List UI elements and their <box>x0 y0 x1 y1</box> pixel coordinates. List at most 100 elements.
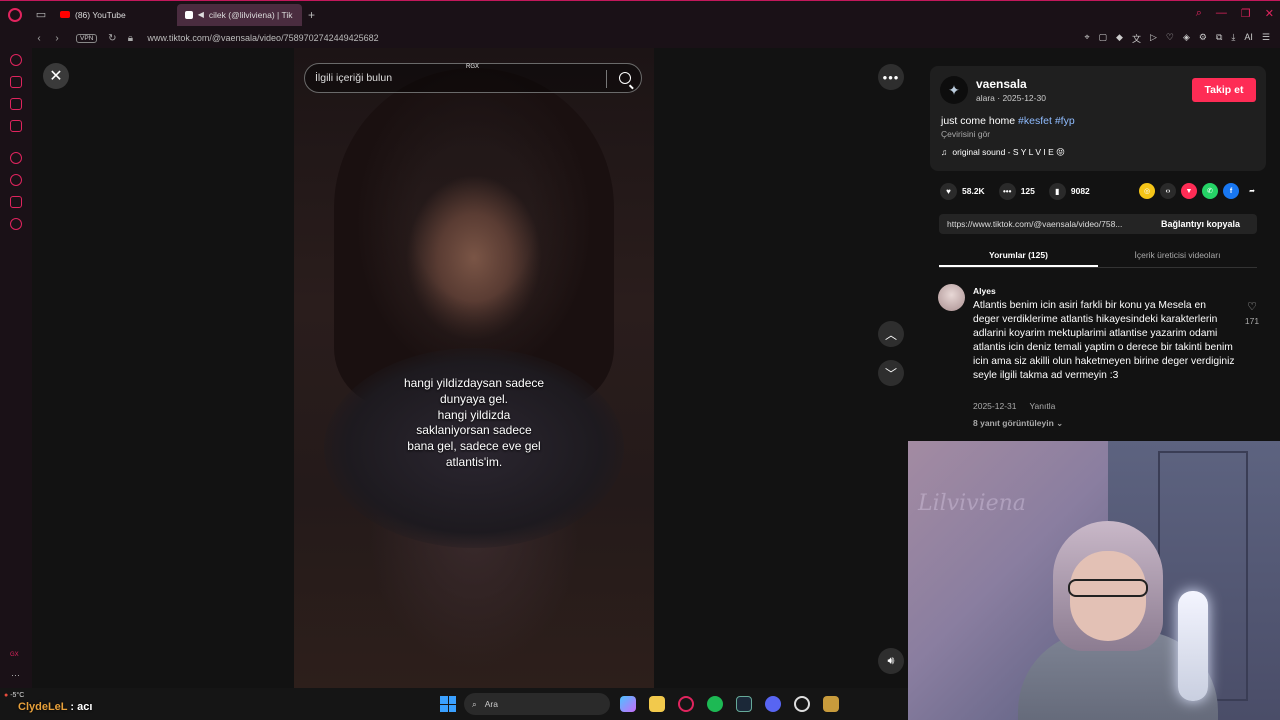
lock-icon: 🔒︎ <box>127 32 134 44</box>
discord-icon[interactable] <box>765 696 781 712</box>
previous-video-button[interactable]: ︿ <box>878 321 904 347</box>
shield-icon[interactable]: ◆ <box>1116 32 1123 45</box>
translate-icon[interactable]: 文 <box>1132 32 1141 45</box>
heart-icon[interactable]: ♡ <box>1166 32 1174 45</box>
snapshot-icon[interactable]: ▢ <box>1099 32 1108 45</box>
share-icon[interactable]: ➦ <box>1244 183 1260 199</box>
sound-icon[interactable]: ◀ <box>198 10 204 19</box>
author-meta: alara · 2025-12-30 <box>976 93 1046 103</box>
gx-logo: GX <box>10 652 19 658</box>
comment-meta: 2025-12-31 Yanıtla <box>973 401 1055 411</box>
comment-user[interactable]: Alyes <box>973 286 996 296</box>
translate-link[interactable]: Çevirisini gör <box>941 129 990 139</box>
pin-icon[interactable]: ⌖ <box>1084 32 1089 45</box>
chat-overlay: ClydeLeL : acı <box>18 701 92 713</box>
url-field[interactable]: www.tiktok.com/@vaensala/video/758970274… <box>147 33 378 43</box>
send-icon[interactable]: ▼ <box>1181 183 1197 199</box>
embed-icon[interactable]: ‹› <box>1160 183 1176 199</box>
player-icon[interactable]: ▷ <box>1150 32 1157 45</box>
search-tabs-icon[interactable]: ⌕ <box>1196 7 1202 20</box>
caption-line: hangi yildizdaysan sadece <box>403 376 545 390</box>
ai-icon[interactable]: AI <box>1244 32 1253 45</box>
opera-logo-icon[interactable] <box>0 1 30 29</box>
view-replies-button[interactable]: 8 yanıt görüntüleyin ⌄ <box>973 418 1063 429</box>
avatar[interactable] <box>938 284 965 311</box>
chat-message: : acı <box>67 701 93 713</box>
file-explorer-icon[interactable] <box>649 696 665 712</box>
tab-tiktok[interactable]: ◀ cilek (@lilviviena) | Tik <box>177 3 302 26</box>
like-action[interactable]: ♥ 58.2K <box>940 182 985 200</box>
tab-switcher-icon[interactable]: ▭ <box>30 4 52 26</box>
coin-icon[interactable]: ◎ <box>1139 183 1155 199</box>
player-sidebar-icon[interactable] <box>10 152 22 164</box>
post-info-card: ✦ vaensala alara · 2025-12-30 Takip et j… <box>930 66 1266 171</box>
music-note-icon: ♫ <box>941 147 948 157</box>
follow-button[interactable]: Takip et <box>1192 78 1256 102</box>
video-player[interactable] <box>294 48 654 688</box>
extension-icon-2[interactable]: ⚙ <box>1199 32 1207 45</box>
search-icon[interactable] <box>619 72 631 84</box>
maximize-button[interactable]: ❐ <box>1241 7 1251 20</box>
more-sidebar-icon[interactable]: ··· <box>11 670 20 680</box>
post-details-panel: ✦ vaensala alara · 2025-12-30 Takip et j… <box>908 48 1280 441</box>
download-icon[interactable]: ⤓ <box>1231 32 1235 45</box>
tiktok-icon <box>185 10 193 19</box>
avatar[interactable]: ✦ <box>940 76 968 104</box>
extensions-sidebar-icon[interactable] <box>10 196 22 208</box>
taskbar: ● -5°C ClydeLeL : acı ⌕ Ara <box>0 688 908 720</box>
spotify-icon[interactable] <box>707 696 723 712</box>
messenger-icon[interactable] <box>10 120 22 132</box>
menu-icon[interactable]: ☰ <box>1262 32 1270 45</box>
close-video-button[interactable]: ✕ <box>43 63 69 89</box>
sound-link[interactable]: ♫ original sound - S Y L V I E 😝 <box>941 147 1065 158</box>
overlay-tag: RGX <box>466 64 480 70</box>
settings-icon[interactable] <box>10 218 22 230</box>
vpn-badge[interactable]: VPN <box>76 33 98 43</box>
opera-gx-app-icon[interactable] <box>678 696 694 712</box>
close-window-button[interactable]: ✕ <box>1265 7 1274 20</box>
new-tab-button[interactable]: + <box>308 8 315 22</box>
address-bar: ‹ › VPN ↻ 🔒︎ www.tiktok.com/@vaensala/vi… <box>0 28 1280 48</box>
tab-youtube[interactable]: (86) YouTube <box>52 4 177 26</box>
taskbar-search[interactable]: ⌕ Ara <box>464 693 610 715</box>
gx-control-icon[interactable] <box>10 54 22 66</box>
more-options-button[interactable]: ••• <box>878 64 904 90</box>
reply-button[interactable]: Yanıtla <box>1029 401 1055 411</box>
extensions-icon[interactable]: ⧉ <box>1216 32 1222 45</box>
extension-icon-1[interactable]: ◈ <box>1183 32 1190 45</box>
save-action[interactable]: ▮ 9082 <box>1048 182 1090 200</box>
facebook-icon[interactable]: f <box>1223 183 1239 199</box>
post-link[interactable]: https://www.tiktok.com/@vaensala/video/7… <box>939 219 1153 229</box>
league-icon[interactable] <box>823 696 839 712</box>
search-placeholder: İlgili içeriği bulun <box>315 72 393 84</box>
neon-sign: Lilviviena <box>918 491 1026 516</box>
weather-widget[interactable]: ● -5°C <box>4 692 24 699</box>
forward-button[interactable]: › <box>48 33 66 44</box>
back-button[interactable]: ‹ <box>30 33 48 44</box>
obs-icon[interactable] <box>794 696 810 712</box>
browser-tab-bar: ▭ (86) YouTube ◀ cilek (@lilviviena) | T… <box>0 0 1280 28</box>
minimize-button[interactable]: — <box>1216 7 1227 20</box>
reload-button[interactable]: ↻ <box>103 33 121 44</box>
action-bar: ♥ 58.2K ••• 125 ▮ 9082 ◎ ‹› ▼ ✆ f ➦ <box>940 182 1260 200</box>
gx-cleaner-icon[interactable] <box>10 98 22 110</box>
search-icon: ⌕ <box>472 698 477 709</box>
steam-icon[interactable] <box>736 696 752 712</box>
gx-corner-icon[interactable] <box>10 76 22 88</box>
start-button[interactable] <box>440 696 456 712</box>
author-name[interactable]: vaensala <box>976 77 1027 91</box>
next-video-button[interactable]: ﹀ <box>878 360 904 386</box>
comment-action[interactable]: ••• 125 <box>998 182 1035 200</box>
whatsapp-icon[interactable]: ✆ <box>1202 183 1218 199</box>
comment-like-icon[interactable]: ♡ <box>1244 300 1260 313</box>
tab-creator-videos[interactable]: İçerik üreticisi videoları <box>1098 246 1257 267</box>
window-controls: ⌕ — ❐ ✕ <box>1196 7 1274 20</box>
hashtags[interactable]: #kesfet #fyp <box>1018 115 1075 127</box>
copy-link-button[interactable]: Bağlantıyı kopyala <box>1161 219 1240 229</box>
volume-button[interactable]: 🔊︎ <box>878 648 904 674</box>
tab-comments[interactable]: Yorumlar (125) <box>939 246 1098 267</box>
history-icon[interactable] <box>10 174 22 186</box>
caption-line: saklaniyorsan sadece <box>416 423 532 438</box>
copilot-app-icon[interactable] <box>620 696 636 712</box>
caption-line: dunyaya gel. <box>439 391 509 406</box>
